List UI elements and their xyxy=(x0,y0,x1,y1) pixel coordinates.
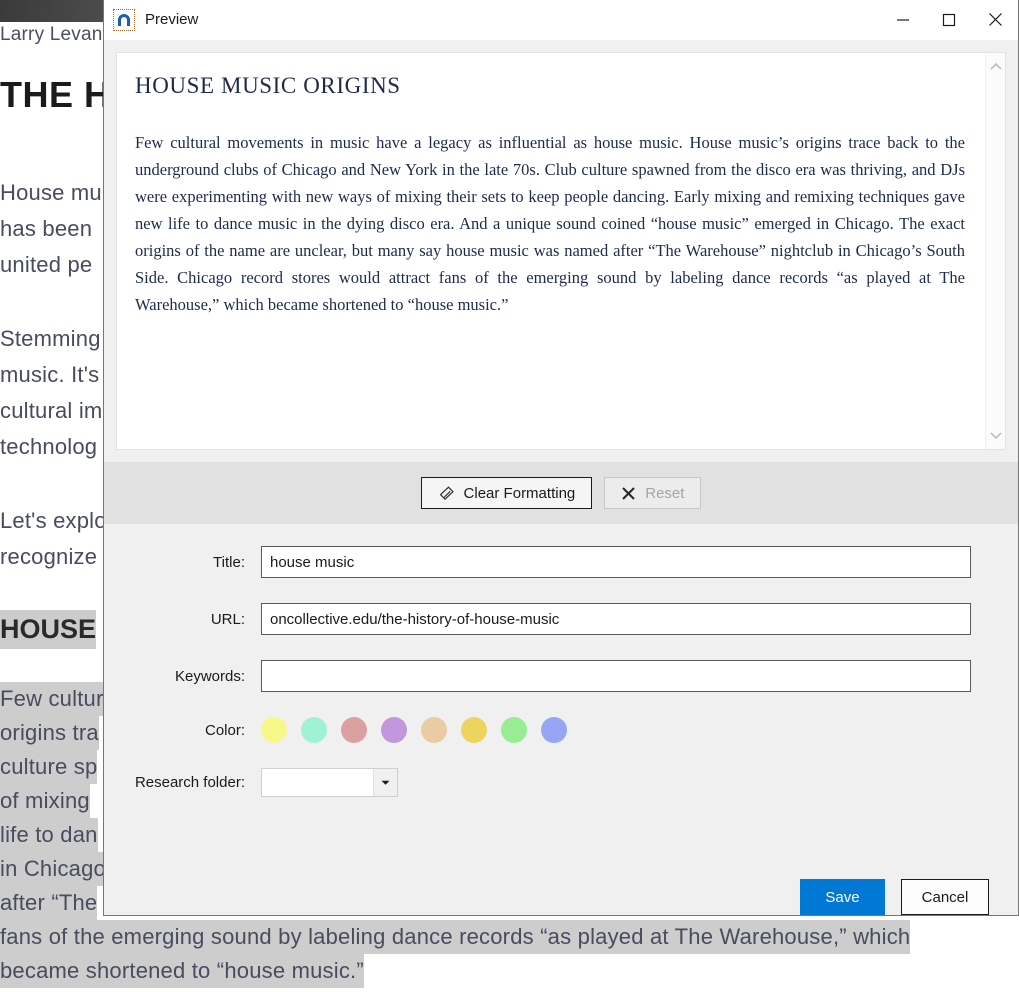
dialog-titlebar: Preview xyxy=(104,0,1018,40)
color-swatch[interactable] xyxy=(541,717,567,743)
research-folder-select[interactable] xyxy=(261,768,398,797)
reset-button[interactable]: Reset xyxy=(604,477,701,509)
research-folder-label: Research folder: xyxy=(132,774,261,791)
url-input[interactable] xyxy=(261,603,971,635)
color-swatch[interactable] xyxy=(461,717,487,743)
document-selected-line: origins tra xyxy=(0,716,99,750)
clear-formatting-label: Clear Formatting xyxy=(464,485,576,502)
preview-pane: HOUSE MUSIC ORIGINS Few cultural movemen… xyxy=(116,52,1006,450)
color-swatch[interactable] xyxy=(421,717,447,743)
chevron-up-icon[interactable] xyxy=(988,59,1004,75)
document-paragraph-line: technolog xyxy=(0,430,97,464)
color-swatch[interactable] xyxy=(381,717,407,743)
document-selected-line: Few cultur xyxy=(0,682,103,716)
maximize-icon[interactable] xyxy=(926,0,972,40)
document-paragraph-line: House mu xyxy=(0,176,102,210)
preview-heading: HOUSE MUSIC ORIGINS xyxy=(135,73,965,99)
document-selected-line: of mixing xyxy=(0,784,90,818)
preview-content[interactable]: HOUSE MUSIC ORIGINS Few cultural movemen… xyxy=(117,53,985,449)
document-paragraph-line: Stemming xyxy=(0,322,101,356)
app-arch-icon xyxy=(113,9,135,31)
dialog-title: Preview xyxy=(145,11,198,28)
preview-scrollbar[interactable] xyxy=(985,53,1005,449)
preview-dialog: Preview HOUSE MUSIC ORIGINS Few cultural… xyxy=(103,0,1019,916)
metadata-form: Title: URL: Keywords: Color: xyxy=(104,524,1018,915)
document-paragraph-line: Let's explo xyxy=(0,504,107,538)
document-paragraph-line: music. It's xyxy=(0,358,99,392)
document-selected-line: after “The xyxy=(0,886,97,920)
window-controls xyxy=(880,0,1018,40)
color-swatch[interactable] xyxy=(301,717,327,743)
eraser-icon xyxy=(438,485,455,502)
document-subheading: HOUSE xyxy=(0,610,96,649)
document-selected-line: became shortened to “house music.” xyxy=(0,954,364,988)
color-label: Color: xyxy=(132,722,261,739)
close-icon[interactable] xyxy=(972,0,1018,40)
minimize-icon[interactable] xyxy=(880,0,926,40)
title-label: Title: xyxy=(132,554,261,571)
document-image-caption: Larry Levan xyxy=(0,24,103,46)
reset-label: Reset xyxy=(645,485,684,502)
color-swatch[interactable] xyxy=(501,717,527,743)
document-selected-line: fans of the emerging sound by labeling d… xyxy=(0,920,910,954)
keywords-input[interactable] xyxy=(261,660,971,692)
dropdown-arrow-icon[interactable] xyxy=(373,769,397,796)
color-swatch[interactable] xyxy=(261,717,287,743)
keywords-row: Keywords: xyxy=(132,660,990,692)
chevron-down-icon[interactable] xyxy=(988,427,1004,443)
color-swatch-group xyxy=(261,717,567,743)
keywords-label: Keywords: xyxy=(132,668,261,685)
document-selected-line: life to dan xyxy=(0,818,98,852)
formatting-toolbar: Clear Formatting Reset xyxy=(104,462,1018,524)
preview-body-text: Few cultural movements in music have a l… xyxy=(135,129,965,318)
color-swatch[interactable] xyxy=(341,717,367,743)
document-selected-line: culture sp xyxy=(0,750,97,784)
document-selected-line: in Chicago xyxy=(0,852,106,886)
document-paragraph-line: has been xyxy=(0,212,92,246)
title-input[interactable] xyxy=(261,546,971,578)
document-paragraph-line: united pe xyxy=(0,248,92,282)
url-label: URL: xyxy=(132,611,261,628)
document-title: THE H xyxy=(0,74,111,116)
url-row: URL: xyxy=(132,603,990,635)
save-button[interactable]: Save xyxy=(800,879,885,915)
cancel-button[interactable]: Cancel xyxy=(901,879,989,915)
clear-formatting-button[interactable]: Clear Formatting xyxy=(421,477,593,509)
document-paragraph-line: cultural im xyxy=(0,394,102,428)
research-folder-row: Research folder: xyxy=(132,768,990,797)
x-icon xyxy=(621,486,636,501)
color-row: Color: xyxy=(132,717,990,743)
dialog-footer: Save Cancel xyxy=(800,879,989,915)
document-paragraph-line: recognize xyxy=(0,540,97,574)
title-row: Title: xyxy=(132,546,990,578)
